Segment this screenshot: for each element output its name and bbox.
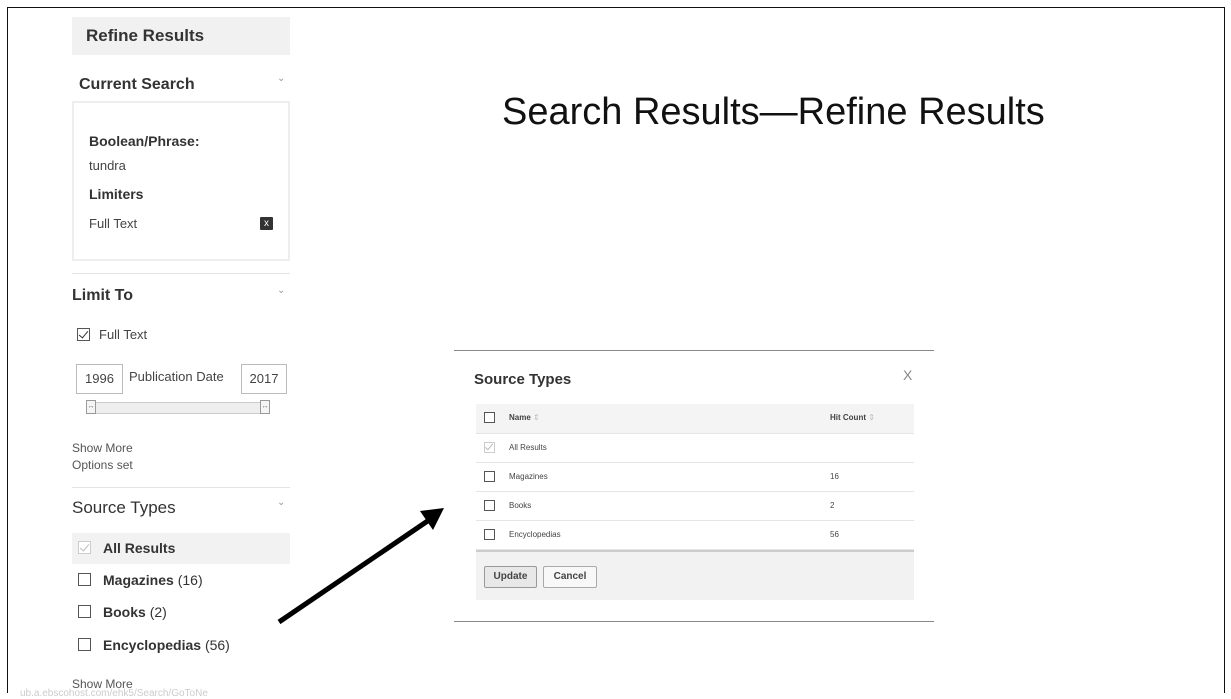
table-header-row: Name ⇕ Hit Count ⇕ [476, 404, 914, 434]
magazines-checkbox[interactable] [484, 471, 495, 482]
row-name: Encyclopedias [509, 530, 561, 539]
hit-count-column-header[interactable]: Hit Count ⇕ [830, 413, 875, 422]
close-icon[interactable]: X [903, 367, 912, 383]
select-all-checkbox[interactable] [484, 412, 495, 423]
row-count: 2 [830, 501, 835, 510]
row-name: Books [509, 501, 532, 510]
source-types-modal: Source Types X Name ⇕ Hit Count ⇕ All Re… [454, 350, 934, 622]
row-count: 16 [830, 472, 839, 481]
all-results-checkbox[interactable] [484, 442, 495, 453]
table-row[interactable]: Encyclopedias 56 [476, 521, 914, 550]
sort-icon: ⇕ [533, 413, 540, 422]
modal-title: Source Types [474, 371, 572, 388]
table-row[interactable]: Books 2 [476, 492, 914, 521]
row-count: 56 [830, 530, 839, 539]
update-button[interactable]: Update [484, 566, 537, 588]
row-name: All Results [509, 443, 547, 452]
sort-icon: ⇕ [868, 413, 875, 422]
cancel-button[interactable]: Cancel [543, 566, 597, 588]
encyclopedias-checkbox[interactable] [484, 529, 495, 540]
modal-footer: Update Cancel [476, 550, 914, 600]
table-row[interactable]: Magazines 16 [476, 463, 914, 492]
table-row[interactable]: All Results [476, 434, 914, 463]
books-checkbox[interactable] [484, 500, 495, 511]
row-name: Magazines [509, 472, 548, 481]
source-types-table: Name ⇕ Hit Count ⇕ All Results Magazines… [476, 404, 914, 550]
name-column-header[interactable]: Name ⇕ [509, 413, 540, 422]
